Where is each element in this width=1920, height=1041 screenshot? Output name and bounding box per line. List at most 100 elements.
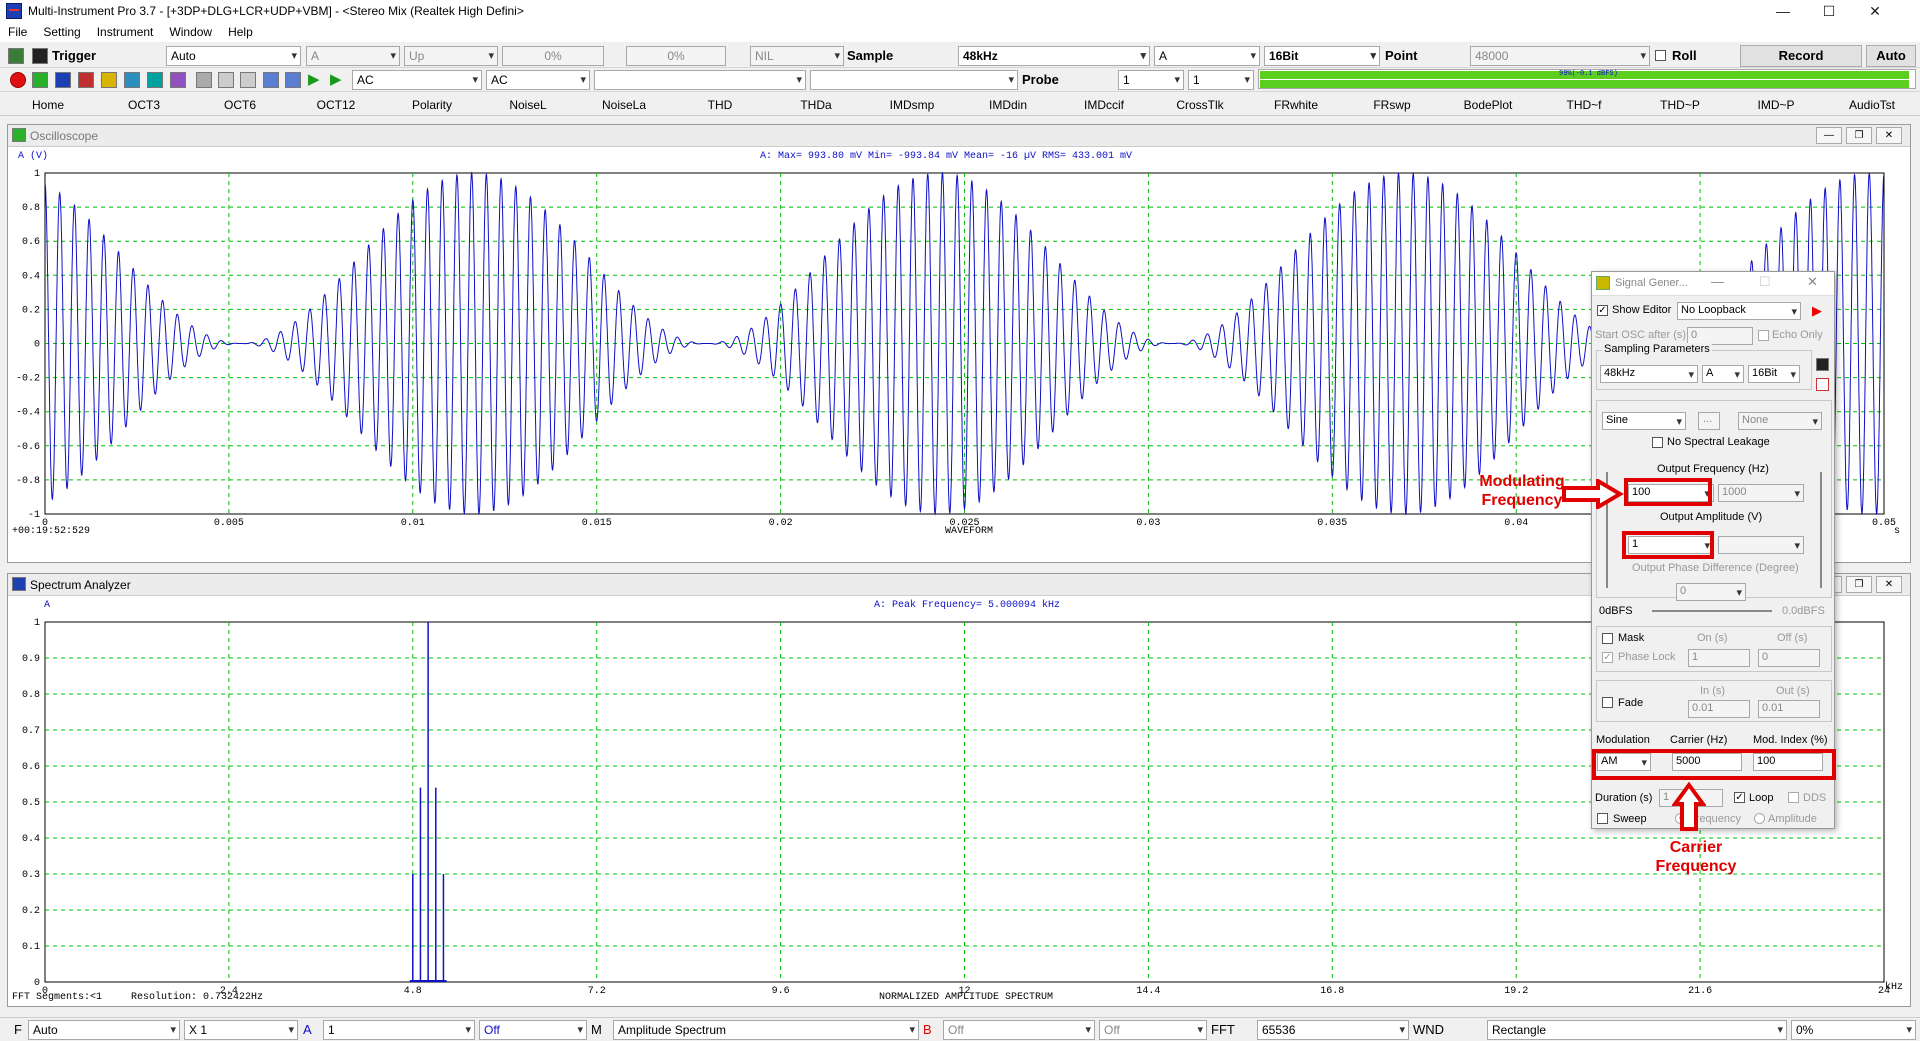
calibrate-a-icon[interactable] — [218, 72, 234, 88]
siggen-close-button[interactable]: ✕ — [1807, 274, 1818, 290]
status-off2-select[interactable]: Off — [943, 1020, 1095, 1040]
sample-rate-select[interactable]: 48kHz — [958, 46, 1150, 66]
menu-help[interactable]: Help — [228, 25, 253, 39]
tab-noisel[interactable]: NoiseL — [480, 94, 576, 115]
points-select[interactable]: 48000 — [1470, 46, 1650, 66]
save-icon[interactable] — [32, 48, 48, 64]
loopback-select[interactable]: No Loopback — [1677, 302, 1801, 320]
status-off1-select[interactable]: Off — [479, 1020, 587, 1040]
trigger-level-field[interactable]: 0% — [502, 46, 604, 66]
oscilloscope-icon[interactable] — [32, 72, 48, 88]
auto-button[interactable]: Auto — [1866, 45, 1916, 67]
phase-lock-checkbox[interactable]: ✓ — [1602, 652, 1613, 663]
tab-thda[interactable]: THDa — [768, 94, 864, 115]
waveform-select[interactable]: Sine — [1602, 412, 1686, 430]
tab-home[interactable]: Home — [0, 94, 96, 115]
siggen-channel-select[interactable]: A — [1702, 365, 1744, 383]
coupling-a-select[interactable]: AC — [352, 70, 482, 90]
balance-slider[interactable] — [1652, 610, 1772, 612]
trigger-icon[interactable] — [8, 48, 24, 64]
phase-select[interactable]: 0 — [1676, 583, 1746, 601]
dds-icon[interactable] — [147, 72, 163, 88]
status-f-select[interactable]: Auto — [28, 1020, 180, 1040]
frequency2-select[interactable]: 1000 — [1718, 484, 1804, 502]
minimize-button[interactable]: — — [1760, 0, 1806, 22]
siggen-open-icon[interactable] — [1816, 378, 1829, 391]
tab-polarity[interactable]: Polarity — [384, 94, 480, 115]
menu-file[interactable]: File — [8, 25, 27, 39]
status-x-select[interactable]: X 1 — [184, 1020, 298, 1040]
option-select-1[interactable] — [594, 70, 806, 90]
siggen-save-icon[interactable] — [1816, 358, 1829, 371]
waveform-more-button[interactable]: ... — [1698, 412, 1720, 430]
play-once-icon[interactable]: ▶ — [330, 72, 346, 88]
tab-bodeplot[interactable]: BodePlot — [1440, 94, 1536, 115]
device-test-icon[interactable] — [170, 72, 186, 88]
roll-checkbox[interactable] — [1655, 50, 1666, 61]
status-a-select[interactable]: 1 — [323, 1020, 475, 1040]
spectrogram-icon[interactable] — [78, 72, 94, 88]
tab-imddin[interactable]: IMDdin — [960, 94, 1056, 115]
level-slider-right[interactable] — [1820, 472, 1822, 588]
tab-thd-p[interactable]: THD~P — [1632, 94, 1728, 115]
siggen-bits-select[interactable]: 16Bit — [1748, 365, 1800, 383]
status-fft-select[interactable]: 65536 — [1257, 1020, 1409, 1040]
tab-thd-f[interactable]: THD~f — [1536, 94, 1632, 115]
amplitude2-select[interactable] — [1718, 536, 1804, 554]
status-pct-select[interactable]: 0% — [1791, 1020, 1916, 1040]
record-button[interactable]: Record — [1740, 45, 1862, 67]
trigger-mode-select[interactable]: Auto — [166, 46, 301, 66]
trigger-nil-select[interactable]: NIL — [750, 46, 844, 66]
tab-noisela[interactable]: NoiseLa — [576, 94, 672, 115]
sweep-checkbox[interactable] — [1597, 813, 1608, 824]
channel-select[interactable]: A — [1154, 46, 1260, 66]
tab-imd-p[interactable]: IMD~P — [1728, 94, 1824, 115]
echo-only-checkbox[interactable] — [1758, 330, 1769, 341]
calibrate-b-icon[interactable] — [240, 72, 256, 88]
device-icon[interactable] — [196, 72, 212, 88]
tab-imdccif[interactable]: IMDccif — [1056, 94, 1152, 115]
probe-b-select[interactable]: 1 — [1188, 70, 1254, 90]
tab-oct3[interactable]: OCT3 — [96, 94, 192, 115]
spectrum-icon[interactable] — [55, 72, 71, 88]
fade-out-field[interactable]: 0.01 — [1758, 700, 1820, 718]
bits-select[interactable]: 16Bit — [1264, 46, 1380, 66]
status-m-select[interactable]: Amplitude Spectrum — [613, 1020, 919, 1040]
status-wnd-select[interactable]: Rectangle — [1487, 1020, 1787, 1040]
menu-window[interactable]: Window — [169, 25, 212, 39]
multimeter-icon[interactable] — [101, 72, 117, 88]
siggen-maximize-button[interactable]: ☐ — [1759, 274, 1771, 290]
siggen-rate-select[interactable]: 48kHz — [1600, 365, 1698, 383]
menu-setting[interactable]: Setting — [43, 25, 80, 39]
mask-checkbox[interactable] — [1602, 633, 1613, 644]
tab-crosstlk[interactable]: CrossTlk — [1152, 94, 1248, 115]
record-dot-icon[interactable] — [10, 72, 26, 88]
no-spectral-leakage-checkbox[interactable] — [1652, 437, 1663, 448]
mask-off-field[interactable]: 0 — [1758, 649, 1820, 667]
tab-imdsmp[interactable]: IMDsmp — [864, 94, 960, 115]
trigger-edge-select[interactable]: Up — [404, 46, 498, 66]
option-select-2[interactable] — [810, 70, 1018, 90]
menu-instrument[interactable]: Instrument — [97, 25, 154, 39]
sweep-amplitude-radio[interactable] — [1754, 813, 1765, 824]
siggen-minimize-button[interactable]: — — [1711, 274, 1724, 289]
tab-oct6[interactable]: OCT6 — [192, 94, 288, 115]
maximize-button[interactable]: ☐ — [1806, 0, 1852, 22]
tab-oct12[interactable]: OCT12 — [288, 94, 384, 115]
trigger-channel-select[interactable]: A — [306, 46, 400, 66]
trigger-delay-field[interactable]: 0% — [626, 46, 726, 66]
coupling-b-select[interactable]: AC — [486, 70, 590, 90]
tab-frwhite[interactable]: FRwhite — [1248, 94, 1344, 115]
speaker-icon[interactable] — [285, 72, 301, 88]
dds-checkbox[interactable] — [1788, 792, 1799, 803]
generate-play-icon[interactable]: ▶ — [1812, 304, 1828, 320]
loop-checkbox[interactable]: ✓ — [1734, 792, 1745, 803]
signal-generator-icon[interactable] — [124, 72, 140, 88]
show-editor-checkbox[interactable]: ✓ — [1597, 305, 1608, 316]
waveform2-select[interactable]: None — [1738, 412, 1822, 430]
play-icon[interactable]: ▶ — [308, 72, 324, 88]
status-off3-select[interactable]: Off — [1099, 1020, 1207, 1040]
tab-frswp[interactable]: FRswp — [1344, 94, 1440, 115]
fade-checkbox[interactable] — [1602, 697, 1613, 708]
tools-icon[interactable] — [263, 72, 279, 88]
